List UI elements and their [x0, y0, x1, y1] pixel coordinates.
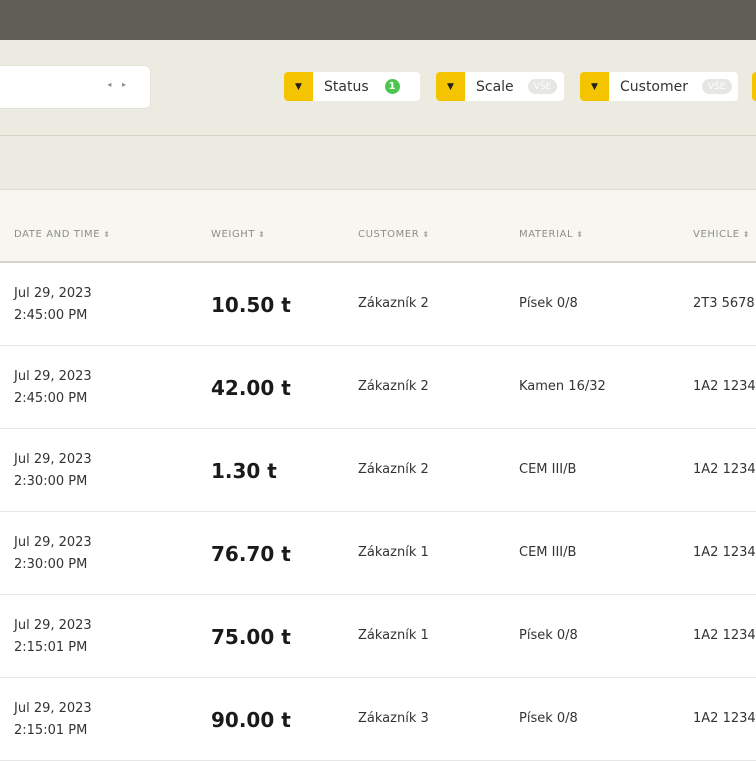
vehicle-cell: 1A2 1234	[693, 628, 756, 643]
sort-icon[interactable]: ⬍	[258, 230, 265, 239]
status-filter[interactable]: ▼ Status 1	[284, 72, 420, 101]
column-header-weight[interactable]: WEIGHT ⬍	[211, 229, 265, 240]
customer-filter[interactable]: ▼ Customer VŠE	[580, 72, 738, 101]
table-row[interactable]: Jul 29, 2023 2:45:00 PM 10.50 t Zákazník…	[0, 263, 756, 346]
date-range-arrows-icon[interactable]: ◂ ▸	[107, 80, 130, 89]
scale-filter-label: Scale	[476, 78, 514, 95]
sort-icon[interactable]: ⬍	[103, 230, 110, 239]
table-header: DATE AND TIME ⬍ WEIGHT ⬍ CUSTOMER ⬍ MATERIA…	[0, 190, 756, 263]
material-cell: CEM III/B	[519, 462, 577, 477]
table-row[interactable]: Jul 29, 2023 2:30:00 PM 76.70 t Zákazník…	[0, 512, 756, 595]
date-time-cell: Jul 29, 2023 2:30:00 PM	[14, 449, 92, 493]
date-text: Jul 29, 2023	[14, 701, 92, 716]
customer-all-badge: VŠE	[702, 79, 732, 94]
column-header-vehicle[interactable]: VEHICLE ⬍	[693, 229, 750, 240]
customer-cell: Zákazník 2	[358, 296, 429, 311]
date-time-cell: Jul 29, 2023 2:30:00 PM	[14, 532, 92, 576]
table-row[interactable]: Jul 29, 2023 2:15:01 PM 90.00 t Zákazník…	[0, 678, 756, 761]
sort-icon[interactable]: ⬍	[743, 230, 750, 239]
weight-cell: 1.30 t	[211, 459, 277, 483]
column-header-customer[interactable]: CUSTOMER ⬍	[358, 229, 430, 240]
date-text: Jul 29, 2023	[14, 535, 92, 550]
material-cell: CEM III/B	[519, 545, 577, 560]
customer-filter-label: Customer	[620, 78, 689, 95]
customer-cell: Zákazník 2	[358, 462, 429, 477]
sub-toolbar	[0, 136, 756, 190]
customer-cell: Zákazník 1	[358, 545, 429, 560]
weight-cell: 75.00 t	[211, 625, 291, 649]
scale-filter[interactable]: ▼ Scale VŠE	[436, 72, 564, 101]
sort-icon[interactable]: ⬍	[422, 230, 429, 239]
column-header-label: VEHICLE	[693, 229, 740, 240]
weight-cell: 10.50 t	[211, 293, 291, 317]
material-cell: Písek 0/8	[519, 296, 578, 311]
scale-all-badge: VŠE	[527, 79, 558, 94]
material-cell: Písek 0/8	[519, 628, 578, 643]
vehicle-cell: 2T3 5678	[693, 296, 755, 311]
material-cell: Písek 0/8	[519, 711, 578, 726]
top-bar	[0, 0, 756, 40]
date-range-picker[interactable]: ◂ ▸	[0, 66, 150, 108]
weight-cell: 76.70 t	[211, 542, 291, 566]
customer-cell: Zákazník 1	[358, 628, 429, 643]
time-text: 2:45:00 PM	[14, 391, 88, 406]
date-text: Jul 29, 2023	[14, 452, 92, 467]
customer-cell: Zákazník 2	[358, 379, 429, 394]
material-cell: Kamen 16/32	[519, 379, 606, 394]
column-header-label: CUSTOMER	[358, 229, 420, 240]
time-text: 2:30:00 PM	[14, 474, 88, 489]
date-text: Jul 29, 2023	[14, 369, 92, 384]
date-time-cell: Jul 29, 2023 2:15:01 PM	[14, 698, 92, 742]
status-filter-label: Status	[324, 78, 369, 95]
vehicle-cell: 1A2 1234	[693, 379, 756, 394]
time-text: 2:45:00 PM	[14, 308, 88, 323]
chevron-down-icon[interactable]: ▼	[284, 72, 313, 101]
weight-cell: 42.00 t	[211, 376, 291, 400]
status-count-badge: 1	[384, 79, 400, 94]
time-text: 2:30:00 PM	[14, 557, 88, 572]
chevron-down-icon[interactable]: ▼	[436, 72, 465, 101]
date-time-cell: Jul 29, 2023 2:15:01 PM	[14, 615, 92, 659]
vehicle-cell: 1A2 1234	[693, 711, 756, 726]
column-header-material[interactable]: MATERIAL ⬍	[519, 229, 584, 240]
time-text: 2:15:01 PM	[14, 723, 88, 738]
table-row[interactable]: Jul 29, 2023 2:45:00 PM 42.00 t Zákazník…	[0, 346, 756, 429]
weight-cell: 90.00 t	[211, 708, 291, 732]
sort-icon[interactable]: ⬍	[576, 230, 583, 239]
vehicle-cell: 1A2 1234	[693, 462, 756, 477]
customer-cell: Zákazník 3	[358, 711, 429, 726]
more-filter-chip[interactable]	[752, 72, 756, 101]
table-row[interactable]: Jul 29, 2023 2:30:00 PM 1.30 t Zákazník …	[0, 429, 756, 512]
table-row[interactable]: Jul 29, 2023 2:15:01 PM 75.00 t Zákazník…	[0, 595, 756, 678]
column-header-label: WEIGHT	[211, 229, 256, 240]
date-time-cell: Jul 29, 2023 2:45:00 PM	[14, 283, 92, 327]
date-time-cell: Jul 29, 2023 2:45:00 PM	[14, 366, 92, 410]
filter-bar: ◂ ▸ ▼ Status 1 ▼ Scale VŠE ▼ Customer VŠ…	[0, 40, 756, 136]
vehicle-cell: 1A2 1234	[693, 545, 756, 560]
chevron-down-icon[interactable]: ▼	[580, 72, 609, 101]
column-header-label: DATE AND TIME	[14, 229, 101, 240]
column-header-label: MATERIAL	[519, 229, 574, 240]
time-text: 2:15:01 PM	[14, 640, 88, 655]
date-text: Jul 29, 2023	[14, 618, 92, 633]
date-text: Jul 29, 2023	[14, 286, 92, 301]
column-header-date[interactable]: DATE AND TIME ⬍	[14, 229, 111, 240]
